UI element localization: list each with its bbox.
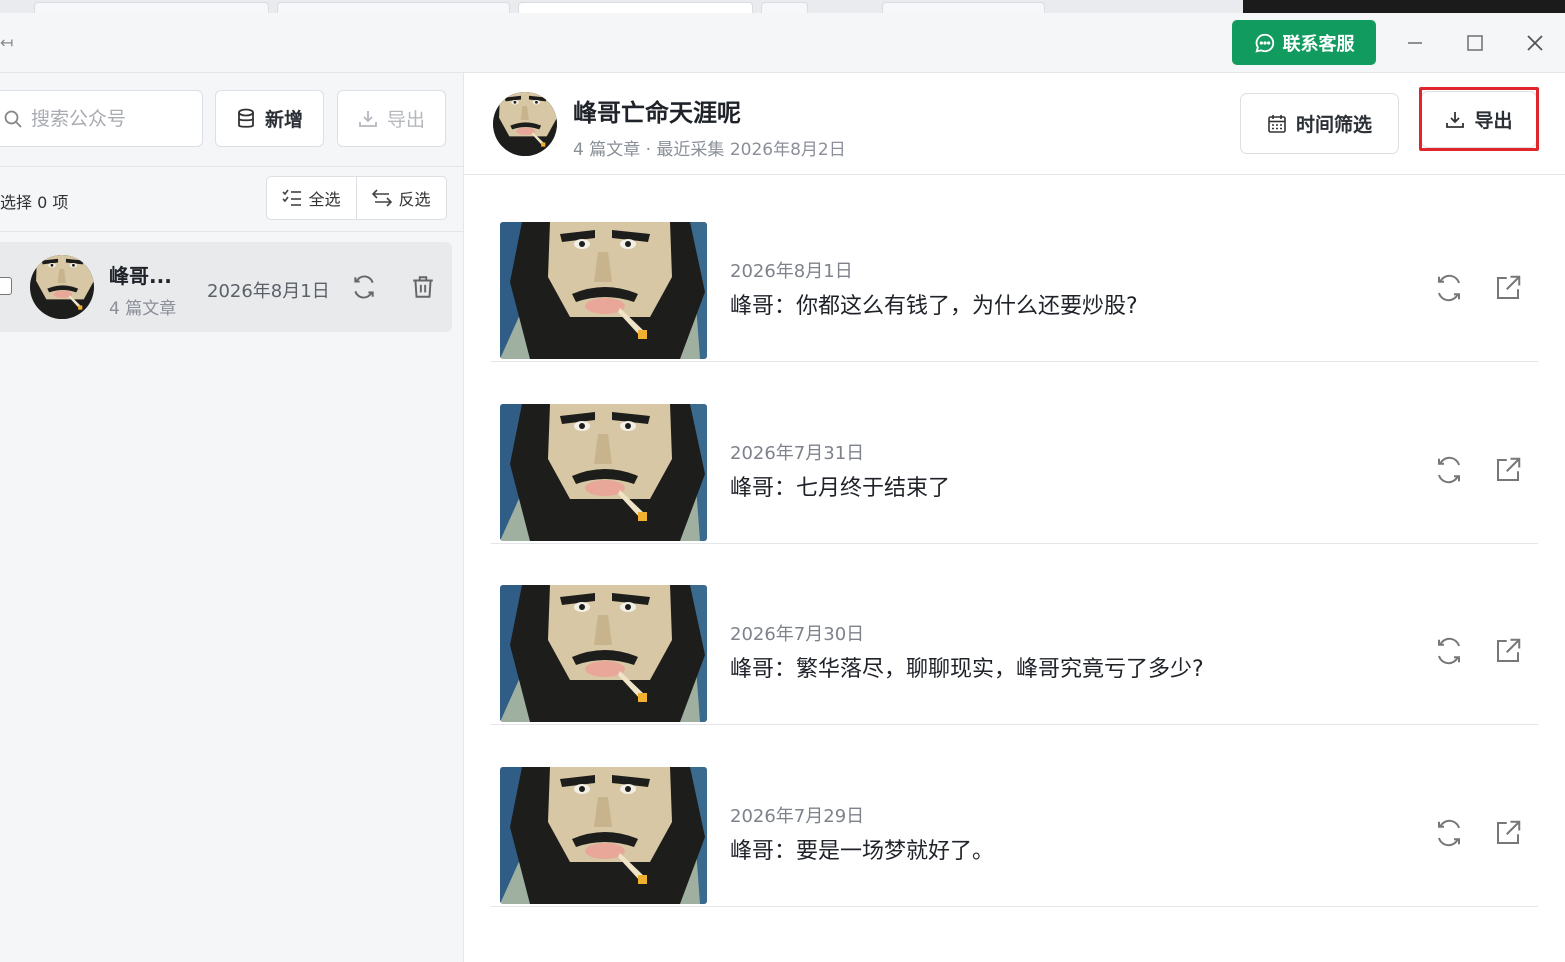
select-all-label: 全选 [308, 190, 341, 209]
article-date: 2026年7月29日 [730, 806, 865, 827]
account-list-item[interactable]: 峰哥... 4 篇文章 2026年8月1日 [0, 242, 452, 332]
sidebar-export-label: 导出 [386, 109, 425, 131]
highlight-box [1419, 87, 1539, 151]
refresh-icon [1438, 456, 1460, 484]
article-item[interactable]: 2026年7月30日 峰哥：繁华落尽，聊聊现实，峰哥究竟亏了多少? [491, 544, 1538, 725]
article-panel: 峰哥亡命天涯呢 4 篇文章 · 最近采集 2026年8月2日 时间筛选 导出 2… [464, 73, 1565, 962]
selection-count: 选择 0 项 [0, 193, 69, 212]
article-thumbnail[interactable] [500, 585, 707, 722]
account-title: 峰哥亡命天涯呢 [573, 99, 741, 127]
time-filter-label: 时间筛选 [1295, 114, 1372, 136]
invert-selection-label: 反选 [398, 190, 431, 209]
article-date: 2026年7月30日 [730, 624, 865, 645]
refresh-icon [354, 275, 374, 299]
account-sidebar: 新增 导出 选择 0 项 全选 反选 峰哥... 4 篇文章 2026年8月1日 [0, 73, 464, 962]
refresh-icon [1438, 274, 1460, 302]
refresh-article-button[interactable] [1434, 636, 1464, 666]
open-article-button[interactable] [1493, 273, 1523, 303]
time-filter-button[interactable]: 时间筛选 [1240, 93, 1399, 154]
select-all-button[interactable]: 全选 [267, 177, 356, 219]
external-link-icon [1497, 820, 1521, 844]
account-header: 峰哥亡命天涯呢 4 篇文章 · 最近采集 2026年8月2日 时间筛选 导出 [464, 73, 1565, 175]
search-icon [4, 110, 22, 128]
close-icon [1527, 35, 1543, 51]
account-meta: 4 篇文章 · 最近采集 2026年8月2日 [573, 140, 846, 160]
chat-bubble-icon [1254, 33, 1274, 52]
external-link-icon [1497, 275, 1521, 299]
article-title[interactable]: 峰哥：繁华落尽，聊聊现实，峰哥究竟亏了多少? [730, 651, 1204, 683]
account-article-count: 4 篇文章 [109, 299, 177, 319]
divider [0, 231, 463, 232]
dark-region [1243, 0, 1565, 13]
refresh-article-button[interactable] [1434, 818, 1464, 848]
app-icon: ↤ [0, 33, 14, 52]
header-avatar [493, 92, 557, 156]
database-icon [238, 108, 254, 128]
contact-support-label: 联系客服 [1282, 33, 1355, 55]
swap-icon [372, 189, 393, 207]
article-item[interactable]: 2026年7月29日 峰哥：要是一场梦就好了。 [491, 726, 1538, 907]
maximize-button[interactable] [1459, 27, 1491, 59]
article-title[interactable]: 峰哥：七月终于结束了 [730, 470, 950, 502]
contact-support-button[interactable]: 联系客服 [1232, 20, 1376, 65]
maximize-icon [1467, 35, 1483, 51]
minimize-icon [1408, 42, 1422, 44]
browser-tab[interactable] [761, 2, 808, 13]
article-item[interactable]: 2026年8月1日 峰哥：你都这么有钱了，为什么还要炒股? [491, 181, 1538, 362]
article-thumbnail[interactable] [500, 222, 707, 359]
refresh-article-button[interactable] [1434, 455, 1464, 485]
checklist-icon [282, 189, 302, 206]
browser-tab[interactable] [277, 2, 510, 13]
browser-tab-active[interactable] [518, 2, 753, 13]
minimize-button[interactable] [1399, 27, 1431, 59]
add-account-label: 新增 [264, 109, 303, 131]
article-date: 2026年7月31日 [730, 443, 865, 464]
article-title[interactable]: 峰哥：要是一场梦就好了。 [730, 833, 994, 865]
window-titlebar: ↤ 联系客服 [0, 13, 1565, 73]
browser-tab[interactable] [34, 2, 269, 13]
open-article-button[interactable] [1493, 818, 1523, 848]
article-date: 2026年8月1日 [730, 261, 853, 282]
article-thumbnail[interactable] [500, 767, 707, 904]
close-button[interactable] [1519, 27, 1551, 59]
external-link-icon [1497, 457, 1521, 481]
sidebar-export-button[interactable]: 导出 [337, 90, 446, 147]
refresh-account-button[interactable] [351, 274, 377, 300]
delete-account-button[interactable] [410, 274, 436, 300]
article-thumbnail[interactable] [500, 404, 707, 541]
browser-tab[interactable] [882, 2, 1045, 13]
refresh-icon [1438, 637, 1460, 665]
account-date: 2026年8月1日 [207, 281, 330, 302]
browser-tab-strip [0, 0, 1565, 13]
account-avatar [30, 255, 94, 319]
calendar-icon [1268, 114, 1286, 133]
account-name: 峰哥... [109, 264, 172, 288]
external-link-icon [1497, 638, 1521, 662]
refresh-icon [1438, 819, 1460, 847]
download-icon [359, 110, 377, 127]
trash-icon [413, 276, 433, 298]
open-article-button[interactable] [1493, 455, 1523, 485]
article-title[interactable]: 峰哥：你都这么有钱了，为什么还要炒股? [730, 288, 1138, 320]
invert-selection-button[interactable]: 反选 [356, 177, 446, 219]
add-account-button[interactable]: 新增 [215, 90, 324, 147]
article-item[interactable]: 2026年7月31日 峰哥：七月终于结束了 [491, 363, 1538, 544]
account-checkbox[interactable] [0, 277, 12, 295]
selection-button-group: 全选 反选 [266, 176, 447, 220]
divider [0, 166, 463, 167]
search-box[interactable] [0, 90, 203, 147]
search-input[interactable] [31, 107, 191, 130]
open-article-button[interactable] [1493, 636, 1523, 666]
refresh-article-button[interactable] [1434, 273, 1464, 303]
